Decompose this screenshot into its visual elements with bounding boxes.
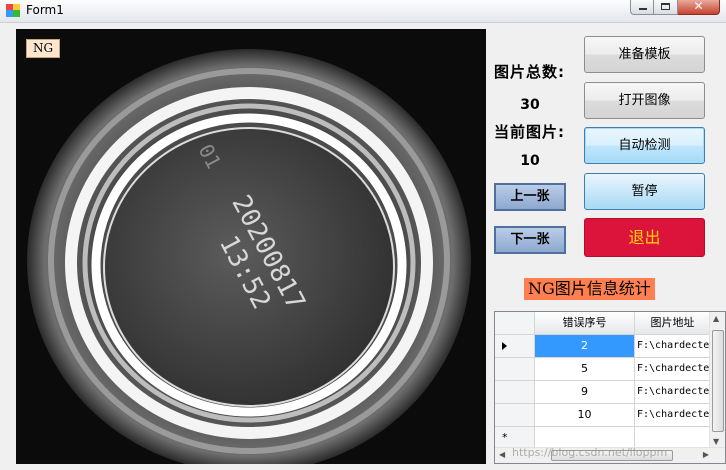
row-header[interactable] — [495, 358, 535, 381]
grid-header: 错误序号 图片地址 — [495, 312, 711, 335]
next-image-button[interactable]: 下一张 — [494, 226, 566, 254]
image-path-cell[interactable]: F:\chardecte — [635, 358, 711, 381]
image-path-cell[interactable]: F:\chardecte — [635, 381, 711, 404]
vertical-scroll-thumb[interactable] — [712, 330, 724, 432]
window-controls: ✕ — [630, 0, 720, 16]
error-index-cell[interactable]: 10 — [535, 404, 635, 427]
image-path-cell[interactable]: F:\chardecte — [635, 335, 711, 358]
error-index-cell[interactable]: 9 — [535, 381, 635, 404]
ng-stats-title: NG图片信息统计 — [524, 278, 655, 300]
pause-button[interactable]: 暂停 — [584, 173, 705, 210]
total-count-label: 图片总数: — [494, 63, 565, 81]
grid-vertical-scrollbar[interactable]: ▲ ▼ — [709, 312, 725, 448]
scroll-down-icon[interactable]: ▼ — [713, 437, 719, 446]
error-index-cell[interactable]: 5 — [535, 358, 635, 381]
total-count-value: 30 — [520, 97, 540, 113]
title-bar: Form1 ✕ — [0, 0, 726, 23]
app-icon — [6, 4, 20, 17]
minimize-icon — [639, 8, 647, 10]
row-header-corner — [495, 312, 535, 335]
table-row[interactable]: 10 F:\chardecte — [495, 404, 711, 427]
window-title: Form1 — [26, 3, 64, 17]
table-row[interactable]: 5 F:\chardecte — [495, 358, 711, 381]
scroll-right-icon[interactable]: ▶ — [703, 450, 709, 459]
current-image-label: 当前图片: — [494, 123, 565, 141]
current-image-value: 10 — [520, 153, 540, 169]
open-image-button[interactable]: 打开图像 — [584, 82, 705, 119]
image-path-cell[interactable]: F:\chardecte — [635, 404, 711, 427]
previous-image-button[interactable]: 上一张 — [494, 183, 566, 211]
row-header[interactable] — [495, 381, 535, 404]
minimize-button[interactable] — [630, 0, 654, 15]
auto-detect-button[interactable]: 自动检测 — [584, 127, 705, 164]
ng-data-grid[interactable]: 错误序号 图片地址 2 F:\chardecte 5 F:\chardecte … — [494, 311, 726, 464]
ng-result-badge: NG — [26, 39, 61, 58]
can-lid-image: 20200817 13:52 01 — [16, 29, 486, 464]
exit-button[interactable]: 退出 — [584, 218, 705, 257]
close-icon: ✕ — [693, 0, 704, 13]
row-header[interactable] — [495, 335, 535, 358]
scroll-left-icon[interactable]: ◀ — [499, 450, 505, 459]
new-row-icon: * — [502, 431, 508, 444]
column-header-image-path[interactable]: 图片地址 — [635, 312, 711, 335]
table-row[interactable]: 9 F:\chardecte — [495, 381, 711, 404]
current-row-icon — [502, 342, 507, 350]
error-index-cell[interactable]: 2 — [535, 335, 635, 358]
image-viewer[interactable]: 20200817 13:52 01 NG — [16, 29, 486, 464]
maximize-icon — [661, 3, 670, 10]
row-header[interactable] — [495, 404, 535, 427]
close-button[interactable]: ✕ — [678, 0, 720, 15]
scroll-up-icon[interactable]: ▲ — [713, 314, 719, 323]
table-row[interactable]: 2 F:\chardecte — [495, 335, 711, 358]
maximize-button[interactable] — [654, 0, 678, 15]
watermark-text: https://blog.csdn.net/lloppm — [512, 446, 668, 459]
prepare-template-button[interactable]: 准备模板 — [584, 36, 705, 73]
column-header-error-index[interactable]: 错误序号 — [535, 312, 635, 335]
